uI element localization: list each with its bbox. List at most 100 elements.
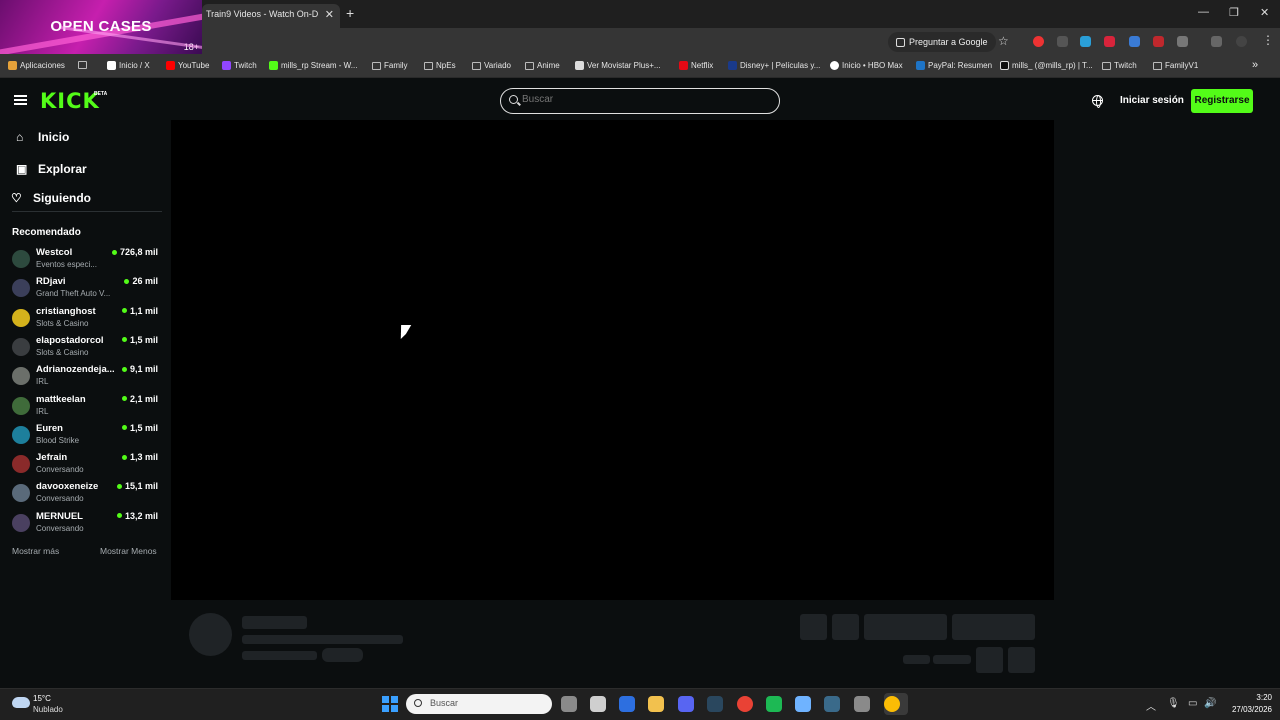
channel-item[interactable]: Jefrain Conversando 1,3 mil bbox=[12, 452, 162, 480]
extension-icon[interactable] bbox=[1057, 36, 1068, 47]
microphone-icon[interactable]: 🎙 bbox=[1167, 698, 1180, 709]
bookmark-netflix[interactable]: Netflix bbox=[679, 61, 713, 70]
adblock-icon[interactable] bbox=[1104, 36, 1115, 47]
channel-item[interactable]: RDjavi Grand Theft Auto V... 26 mil bbox=[12, 276, 162, 304]
live-dot-icon bbox=[121, 454, 127, 460]
channel-item[interactable]: cristianghost Slots & Casino 1,1 mil bbox=[12, 306, 162, 334]
channel-item[interactable]: MERNUEL Conversando 13,2 mil bbox=[12, 511, 162, 539]
tray-overflow-icon[interactable]: ︿ bbox=[1146, 698, 1156, 713]
channel-item[interactable]: Adrianozendeja... IRL 9,1 mil bbox=[12, 364, 162, 392]
extensions-puzzle-icon[interactable] bbox=[1177, 36, 1188, 47]
bookmark-folder-family[interactable]: Family bbox=[372, 61, 408, 70]
bookmark-movistar[interactable]: Ver Movistar Plus+... bbox=[575, 61, 661, 70]
skeleton-button bbox=[976, 647, 1003, 673]
video-player[interactable] bbox=[171, 120, 1054, 600]
menu-hamburger-icon[interactable] bbox=[14, 95, 27, 105]
file-explorer-icon[interactable] bbox=[648, 696, 664, 712]
search-input[interactable] bbox=[522, 94, 762, 105]
register-button[interactable]: Registrarse bbox=[1191, 89, 1253, 113]
skeleton-line bbox=[242, 651, 317, 660]
globe-language-icon[interactable] bbox=[1092, 95, 1103, 108]
channel-item[interactable]: Westcol Eventos especi... 726,8 mil bbox=[12, 247, 162, 275]
bookmark-label: Ver Movistar Plus+... bbox=[587, 61, 661, 70]
bookmark-folder-variado[interactable]: Variado bbox=[472, 61, 511, 70]
show-more-link[interactable]: Mostrar más bbox=[12, 546, 59, 556]
nav-following[interactable]: ♡ Siguiendo bbox=[11, 191, 91, 205]
obs-icon[interactable] bbox=[590, 696, 606, 712]
show-less-link[interactable]: Mostrar Menos bbox=[100, 546, 157, 556]
mouse-cursor-icon bbox=[400, 325, 412, 339]
extension-icon[interactable] bbox=[1080, 36, 1091, 47]
bookmark-apps[interactable]: Aplicaciones bbox=[8, 61, 65, 70]
bookmark-folder-familyv1[interactable]: FamilyV1 bbox=[1153, 61, 1198, 70]
bookmark-youtube[interactable]: YouTube bbox=[166, 61, 209, 70]
bookmark-folder-twitch[interactable]: Twitch bbox=[1102, 61, 1137, 70]
ask-google-button[interactable]: Preguntar a Google bbox=[888, 32, 996, 52]
app-icon[interactable] bbox=[854, 696, 870, 712]
nav-home-label: Inicio bbox=[38, 130, 70, 144]
channel-item[interactable]: Euren Blood Strike 1,5 mil bbox=[12, 423, 162, 451]
twitch-icon bbox=[222, 61, 231, 70]
bookmark-disney[interactable]: Disney+ | Películas y... bbox=[728, 61, 820, 70]
skeleton-button bbox=[832, 614, 859, 640]
clock-date[interactable]: 27/03/2026 bbox=[1226, 705, 1272, 714]
bookmark-folder-anime[interactable]: Anime bbox=[525, 61, 560, 70]
media-controls-icon[interactable] bbox=[1211, 36, 1222, 47]
spotify-icon[interactable] bbox=[766, 696, 782, 712]
chrome-icon[interactable] bbox=[737, 696, 753, 712]
cloud-weather-icon[interactable] bbox=[12, 697, 30, 708]
skeleton-line bbox=[242, 635, 403, 644]
skeleton-tag bbox=[322, 648, 363, 662]
discord-icon[interactable] bbox=[678, 696, 694, 712]
extension-icon[interactable] bbox=[1153, 36, 1164, 47]
windows-start-icon[interactable] bbox=[382, 696, 398, 712]
taskbar-search[interactable] bbox=[406, 694, 552, 714]
bookmark-tiktok[interactable]: mills_ (@mills_rp) | T... bbox=[1000, 61, 1093, 70]
login-button[interactable]: Iniciar sesión bbox=[1120, 95, 1184, 106]
bookmark-x[interactable]: Inicio / X bbox=[107, 61, 150, 70]
tab-close-icon[interactable]: ✕ bbox=[325, 8, 334, 21]
bookmark-star-icon[interactable]: ☆ bbox=[998, 34, 1009, 48]
minimize-button[interactable]: — bbox=[1198, 6, 1209, 18]
new-tab-button[interactable]: + bbox=[346, 5, 354, 21]
avatar bbox=[12, 279, 30, 298]
profile-avatar[interactable] bbox=[1236, 36, 1247, 47]
network-icon[interactable]: ▭ bbox=[1188, 698, 1197, 709]
bookmark-grid[interactable] bbox=[78, 61, 87, 69]
channel-name: Westcol bbox=[36, 247, 73, 258]
bookmark-label: NpEs bbox=[436, 61, 456, 70]
channel-item[interactable]: elapostadorcol Slots & Casino 1,5 mil bbox=[12, 335, 162, 363]
bookmark-twitch[interactable]: Twitch bbox=[222, 61, 257, 70]
nav-explore[interactable]: ▣ Explorar bbox=[16, 162, 87, 176]
steam-icon[interactable] bbox=[824, 696, 840, 712]
ad-banner[interactable]: OPEN CASES 18+ bbox=[0, 0, 202, 54]
vpn-icon[interactable] bbox=[619, 696, 635, 712]
channel-item[interactable]: davooxeneize Conversando 15,1 mil bbox=[12, 481, 162, 509]
notepad-icon[interactable] bbox=[795, 696, 811, 712]
nav-home[interactable]: ⌂ Inicio bbox=[16, 130, 69, 144]
browser-menu-icon[interactable]: ⋮ bbox=[1262, 33, 1274, 47]
clock-time[interactable]: 3:20 bbox=[1242, 693, 1272, 702]
window-close-button[interactable]: ✕ bbox=[1260, 6, 1269, 19]
extension-icon[interactable] bbox=[1033, 36, 1044, 47]
channel-name: Adrianozendeja... bbox=[36, 364, 115, 376]
skeleton-button bbox=[1008, 647, 1035, 673]
steam-icon[interactable] bbox=[707, 696, 723, 712]
volume-icon[interactable]: 🔊 bbox=[1204, 698, 1216, 709]
browser-tab-active[interactable]: Train9 Videos - Watch On-Dem ✕ bbox=[202, 4, 340, 28]
bookmark-kick-stream[interactable]: mills_rp Stream - W... bbox=[269, 61, 357, 70]
channel-category: Slots & Casino bbox=[36, 347, 89, 357]
folder-icon bbox=[424, 61, 433, 70]
viewer-count-label: 1,5 mil bbox=[129, 422, 158, 433]
skeleton-line bbox=[242, 616, 307, 629]
kick-logo[interactable]: KICK bbox=[40, 89, 100, 113]
task-view-icon[interactable] bbox=[561, 696, 577, 712]
channel-item[interactable]: mattkeelan IRL 2,1 mil bbox=[12, 394, 162, 422]
bookmark-folder-npes[interactable]: NpEs bbox=[424, 61, 456, 70]
bookmark-paypal[interactable]: PayPal: Resumen bbox=[916, 61, 992, 70]
bookmark-hbo[interactable]: Inicio • HBO Max bbox=[830, 61, 903, 70]
bookmarks-more-icon[interactable]: » bbox=[1252, 59, 1258, 71]
restore-button[interactable]: ❐ bbox=[1229, 6, 1239, 19]
chrome-icon[interactable] bbox=[884, 696, 900, 712]
extension-icon[interactable] bbox=[1129, 36, 1140, 47]
